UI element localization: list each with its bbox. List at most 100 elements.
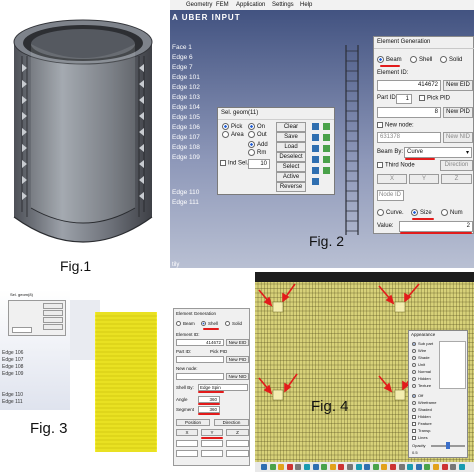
- solid-radio[interactable]: Solid: [440, 56, 462, 63]
- menu-help[interactable]: Help: [300, 2, 312, 8]
- save-button[interactable]: Save: [276, 132, 306, 142]
- ind-sel-checkbox[interactable]: Ind Sel.: [220, 160, 248, 167]
- fig3-position-button[interactable]: Position: [176, 419, 210, 426]
- appearance-section[interactable]: Wire: [412, 348, 426, 353]
- tree-item[interactable]: Edge 103: [172, 94, 200, 101]
- appearance-section[interactable]: Unit: [412, 362, 425, 367]
- appearance-option[interactable]: Shaded: [412, 407, 432, 412]
- fig3-new-nid-button[interactable]: New NID: [226, 373, 249, 380]
- menu-settings[interactable]: Settings: [272, 2, 294, 8]
- tree-item[interactable]: Edge 110: [2, 392, 23, 398]
- fig3-z-button[interactable]: Z: [226, 429, 249, 436]
- tree-item[interactable]: Edge 111: [2, 399, 23, 405]
- fig3-beam-radio[interactable]: Beam: [176, 321, 195, 327]
- pid-field[interactable]: 8: [377, 107, 441, 118]
- tree-item[interactable]: Edge 104: [172, 104, 200, 111]
- fig3-direction-button[interactable]: Direction: [214, 419, 249, 426]
- node-id-field[interactable]: Node ID: [377, 190, 404, 201]
- menu-fem[interactable]: FEM: [216, 2, 229, 8]
- taskbar-icon[interactable]: [321, 464, 328, 470]
- appearance-option[interactable]: Wireframe: [412, 400, 436, 405]
- new-nid-button[interactable]: New NID: [443, 132, 473, 143]
- tree-item[interactable]: Edge 105: [172, 114, 200, 121]
- new-pid-button[interactable]: New PID: [443, 107, 473, 118]
- taskbar-icon[interactable]: [458, 464, 465, 470]
- fig3-new-pid-button[interactable]: New PID: [226, 356, 249, 363]
- taskbar-icon[interactable]: [398, 464, 405, 470]
- new-node-checkbox[interactable]: New node:: [377, 122, 414, 129]
- opacity-slider-thumb[interactable]: [446, 442, 450, 449]
- appearance-option[interactable]: Feature: [412, 421, 432, 426]
- tree-item[interactable]: Edge 106: [2, 350, 23, 356]
- fig3-node-field[interactable]: [176, 373, 224, 380]
- fig3-pick-pid-label[interactable]: Pick PID: [210, 349, 227, 354]
- filter-icons[interactable]: [310, 122, 334, 192]
- deselect-button[interactable]: Deselect: [276, 152, 306, 162]
- appearance-option[interactable]: Hidden: [412, 414, 431, 419]
- tree-item[interactable]: Edge 108: [172, 144, 200, 151]
- add-radio[interactable]: Add: [248, 141, 268, 148]
- x-button[interactable]: X: [377, 174, 407, 184]
- taskbar-icon[interactable]: [269, 464, 276, 470]
- new-node-field[interactable]: 631378: [377, 132, 441, 143]
- fig3-y-button[interactable]: Y: [201, 429, 223, 436]
- load-button[interactable]: Load: [276, 142, 306, 152]
- tree-item[interactable]: Edge 6: [172, 54, 193, 61]
- taskbar-icon[interactable]: [372, 464, 379, 470]
- new-eid-button[interactable]: New EID: [443, 80, 473, 91]
- size-radio[interactable]: Size: [411, 209, 432, 216]
- rm-radio[interactable]: Rm: [248, 149, 266, 156]
- taskbar-icon[interactable]: [355, 464, 362, 470]
- fig3-new-node-label[interactable]: New node:: [176, 366, 198, 371]
- appearance-section[interactable]: Normal: [412, 369, 431, 374]
- curve-radio[interactable]: Curve.: [377, 209, 404, 216]
- taskbar-icon[interactable]: [261, 464, 267, 470]
- area-radio[interactable]: Area: [222, 131, 244, 138]
- select-button[interactable]: Select: [276, 162, 306, 172]
- taskbar-icon[interactable]: [415, 464, 422, 470]
- fig3-coord-field[interactable]: [226, 440, 249, 447]
- tree-item[interactable]: Edge 108: [2, 364, 23, 370]
- appearance-option[interactable]: Transp.: [412, 428, 431, 433]
- tree-item[interactable]: Edge 110: [172, 189, 199, 196]
- beam-radio[interactable]: Beam: [377, 56, 402, 63]
- taskbar-icon[interactable]: [278, 464, 285, 470]
- appearance-option[interactable]: Off: [412, 393, 423, 398]
- menu-application[interactable]: Application: [236, 2, 265, 8]
- appearance-section[interactable]: Texture: [412, 383, 431, 388]
- num-radio[interactable]: Num: [441, 209, 463, 216]
- fig3-coord-field[interactable]: [176, 440, 198, 447]
- direction-button[interactable]: Direction: [440, 160, 473, 171]
- active-button[interactable]: Active: [276, 172, 306, 182]
- shell-radio[interactable]: Shell: [410, 56, 432, 63]
- taskbar-icon[interactable]: [312, 464, 319, 470]
- reverse-button[interactable]: Reverse: [276, 182, 306, 192]
- fig3-x-button[interactable]: X: [176, 429, 198, 436]
- taskbar-icon[interactable]: [295, 464, 302, 470]
- tree-item[interactable]: Edge 106: [172, 124, 200, 131]
- fig3-solid-radio[interactable]: Solid: [225, 321, 242, 327]
- appearance-section[interactable]: Shade: [412, 355, 430, 360]
- tree-item[interactable]: Edge 102: [172, 84, 200, 91]
- appearance-section[interactable]: Sub part: [412, 341, 433, 346]
- fig3-segment-field[interactable]: 360: [198, 406, 220, 413]
- fig3-coord-field[interactable]: [201, 450, 223, 457]
- part-id-field[interactable]: 1: [396, 94, 412, 104]
- appearance-option[interactable]: Lines: [412, 435, 428, 440]
- taskbar-icon[interactable]: [433, 464, 439, 470]
- fig3-pid-field[interactable]: [176, 356, 224, 363]
- fig3-element-id-field[interactable]: 414672: [176, 339, 224, 346]
- fig3-shell-radio[interactable]: Shell: [201, 321, 218, 327]
- fig3-coord-field[interactable]: [176, 450, 198, 457]
- tree-item[interactable]: Edge 107: [172, 134, 200, 141]
- on-radio[interactable]: On: [248, 123, 265, 130]
- tree-item[interactable]: Edge 107: [2, 357, 23, 363]
- taskbar-icon[interactable]: [338, 464, 345, 470]
- y-button[interactable]: Y: [409, 174, 439, 184]
- beam-by-select[interactable]: Curve ▾: [404, 147, 472, 158]
- beam-ladder-model[interactable]: [340, 45, 364, 235]
- fig3-coord-field[interactable]: [226, 450, 249, 457]
- menu-geometry[interactable]: Geometry: [186, 2, 212, 8]
- taskbar-icon[interactable]: [329, 464, 336, 470]
- fig3-angle-field[interactable]: 360: [198, 396, 220, 403]
